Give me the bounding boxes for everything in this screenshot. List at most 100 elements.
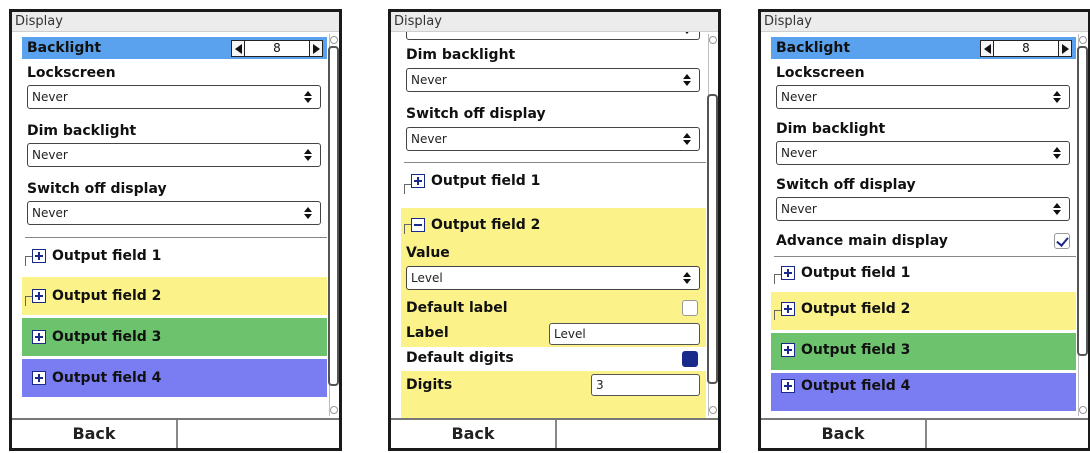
footer-empty-button[interactable] [927,420,1088,448]
back-button[interactable]: Back [391,420,557,448]
backlight-stepper[interactable]: 8 [231,40,323,57]
dim-backlight-select[interactable]: Never [27,143,321,167]
up-down-icon [683,271,691,285]
output-field-4-section[interactable]: Output field 4 [771,373,1076,411]
backlight-row[interactable]: Backlight 8 [771,37,1076,59]
dim-backlight-row: Dim backlight [401,44,706,66]
output-field-4-section[interactable]: Output field 4 [22,359,327,397]
up-down-icon [304,148,312,162]
dim-backlight-row: Dim backlight [771,118,1076,140]
display-screen-1: Display Backlight 8 Lockscreen Never Dim… [9,9,342,451]
label-input[interactable]: Level [549,323,700,345]
increase-arrow-icon[interactable] [1058,40,1072,57]
output-field-3-title: Output field 3 [801,342,911,358]
decrease-arrow-icon[interactable] [231,40,245,57]
expand-plus-icon[interactable] [781,379,795,393]
screen-title: Display [761,12,1088,32]
dim-backlight-value: Never [411,73,447,87]
scrollbar[interactable] [1077,34,1088,416]
output-field-3-section[interactable]: Output field 3 [22,318,327,356]
expand-plus-icon[interactable] [32,249,46,263]
default-digits-checkbox[interactable] [682,351,698,367]
scroll-down-icon[interactable] [1079,406,1087,414]
expand-plus-icon[interactable] [781,302,795,316]
output-field-4-title: Output field 4 [801,378,911,394]
scroll-down-icon[interactable] [330,406,338,414]
advance-main-display-row[interactable]: Advance main display [771,230,1076,252]
expand-plus-icon[interactable] [32,330,46,344]
output-field-2-section[interactable]: Output field 2 [22,277,327,315]
lockscreen-row: Lockscreen [771,62,1076,84]
lockscreen-select[interactable]: Never [27,85,321,109]
display-screen-3: Display Backlight 8 Lockscreen Never Dim… [758,9,1090,451]
scroll-thumb[interactable] [1077,46,1088,356]
expand-plus-icon[interactable] [781,343,795,357]
back-button[interactable]: Back [12,420,178,448]
switch-off-display-row: Switch off display [22,178,327,200]
collapse-minus-icon[interactable] [411,218,425,232]
output-field-3-section[interactable]: Output field 3 [771,333,1076,370]
dim-backlight-label: Dim backlight [776,121,886,137]
expand-plus-icon[interactable] [32,371,46,385]
output-field-1-section[interactable]: Output field 1 [401,162,706,204]
output-field-2-title: Output field 2 [52,288,162,304]
default-label-checkbox[interactable] [682,300,698,316]
up-down-icon [683,73,691,87]
dim-backlight-value: Never [781,146,817,160]
value-select-value: Level [411,271,443,285]
dim-backlight-select[interactable]: Never [406,68,700,92]
lockscreen-select[interactable]: Never [776,85,1070,109]
expand-plus-icon[interactable] [781,266,795,280]
up-down-icon [304,90,312,104]
digits-input[interactable]: 3 [591,374,700,396]
lockscreen-select-partial[interactable] [406,32,700,40]
output-field-1-title: Output field 1 [431,173,541,189]
footer-empty-button[interactable] [178,420,339,448]
scroll-up-icon[interactable] [1079,36,1087,44]
increase-arrow-icon[interactable] [309,40,323,57]
dim-backlight-value: Never [32,148,68,162]
switch-off-display-row: Switch off display [401,103,706,125]
output-field-2-title: Output field 2 [431,217,541,233]
output-field-4-title: Output field 4 [52,370,162,386]
switch-off-display-value: Never [32,206,68,220]
default-label-label: Default label [406,300,508,316]
lockscreen-value: Never [32,90,68,104]
scroll-up-icon[interactable] [709,36,717,44]
advance-main-display-checkbox[interactable] [1054,233,1070,249]
back-button[interactable]: Back [761,420,927,448]
scrollbar[interactable] [707,34,718,416]
footer-empty-button[interactable] [557,420,718,448]
expand-plus-icon[interactable] [411,174,425,188]
output-field-2-title: Output field 2 [801,301,911,317]
decrease-arrow-icon[interactable] [980,40,994,57]
scrollbar[interactable] [328,34,339,416]
switch-off-display-select[interactable]: Never [406,127,700,151]
up-down-icon [683,32,691,35]
expand-plus-icon[interactable] [32,289,46,303]
output-field-2-section[interactable]: Output field 2 [771,292,1076,330]
backlight-stepper[interactable]: 8 [980,40,1072,57]
dim-backlight-select[interactable]: Never [776,141,1070,165]
switch-off-display-select[interactable]: Never [27,201,321,225]
value-select[interactable]: Level [406,266,700,290]
output-field-1-section[interactable]: Output field 1 [22,237,327,271]
default-digits-label: Default digits [406,350,514,366]
screen-title: Display [391,12,718,32]
lockscreen-label: Lockscreen [776,65,865,81]
footer-bar: Back [761,418,1088,448]
scroll-down-icon[interactable] [709,406,717,414]
scroll-up-icon[interactable] [330,36,338,44]
output-field-1-section[interactable]: Output field 1 [771,256,1076,290]
backlight-row[interactable]: Backlight 8 [22,37,327,59]
switch-off-display-select[interactable]: Never [776,197,1070,221]
default-digits-row: Default digits [401,347,706,371]
output-field-1-title: Output field 1 [801,265,911,281]
lockscreen-row: Lockscreen [22,62,327,84]
scroll-thumb[interactable] [707,94,718,384]
up-down-icon [683,132,691,146]
output-field-1-title: Output field 1 [52,248,162,264]
scroll-thumb[interactable] [328,46,339,386]
backlight-value: 8 [994,40,1058,57]
switch-off-display-row: Switch off display [771,174,1076,196]
